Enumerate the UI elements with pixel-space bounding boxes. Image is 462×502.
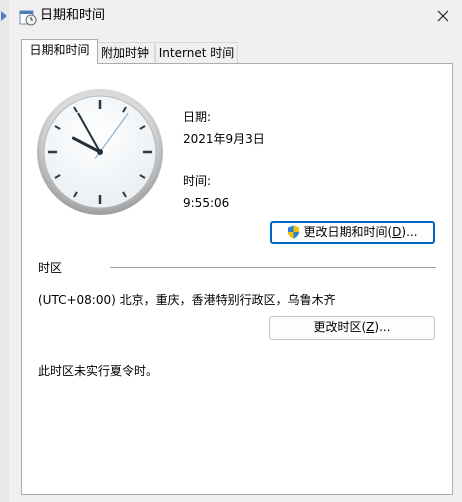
expand-arrow-icon [1, 11, 7, 21]
dst-note: 此时区未实行夏令时。 [38, 364, 159, 378]
date-time-icon [19, 10, 37, 26]
close-icon [437, 10, 449, 22]
tab-label: 附加时钟 [100, 46, 149, 60]
shield-icon [288, 225, 300, 239]
tab-label: Internet 时间 [158, 46, 235, 60]
date-value: 2021年9月3日 [183, 132, 265, 146]
change-timezone-button[interactable]: 更改时区(Z)... [269, 316, 435, 340]
tab-internet-time[interactable]: Internet 时间 [155, 42, 238, 64]
tab-additional-clocks[interactable]: 附加时钟 [95, 42, 155, 64]
title-bar[interactable]: 日期和时间 [9, 0, 462, 34]
tab-panel: 日期: 2021年9月3日 时间: 9:55:06 更改日期和时间(D)... … [21, 63, 453, 495]
date-label: 日期: [183, 110, 212, 124]
tab-date-time[interactable]: 日期和时间 [21, 39, 98, 64]
button-suffix: )... [374, 320, 391, 334]
timezone-section-label: 时区 [38, 261, 63, 275]
time-value: 9:55:06 [183, 196, 230, 210]
date-time-dialog: 日期和时间 日期和时间 附加时钟 Internet 时间 日期: 2021年9月… [9, 0, 462, 502]
timezone-value: (UTC+08:00) 北京，重庆，香港特别行政区，乌鲁木齐 [38, 293, 336, 307]
close-button[interactable] [424, 0, 462, 32]
button-label: 更改时区( [313, 320, 367, 334]
analog-clock [35, 87, 166, 218]
change-date-time-button[interactable]: 更改日期和时间(D)... [270, 221, 435, 244]
button-label: 更改日期和时间( [303, 225, 393, 239]
section-divider [110, 267, 436, 268]
button-suffix: )... [401, 225, 418, 239]
window-title: 日期和时间 [40, 8, 106, 23]
tab-label: 日期和时间 [29, 43, 90, 57]
time-label: 时间: [183, 174, 212, 188]
clock-center [97, 149, 103, 155]
